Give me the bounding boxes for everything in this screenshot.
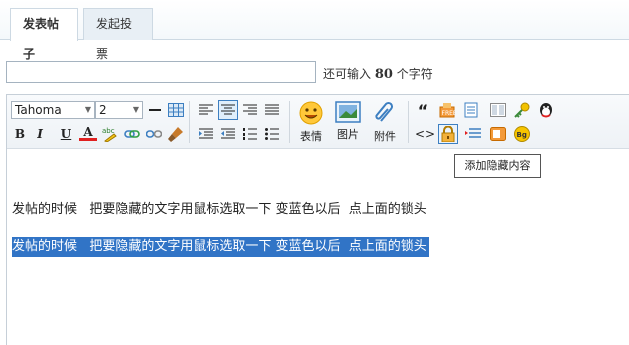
outdent-icon — [221, 128, 235, 139]
tooltip-text: 添加隐藏内容 — [464, 159, 531, 172]
unlink-icon — [146, 130, 162, 138]
hide-content-button[interactable] — [438, 124, 458, 144]
link-button[interactable] — [123, 125, 141, 143]
hide-content-tooltip: 添加隐藏内容 — [454, 154, 541, 178]
media-button[interactable] — [489, 125, 507, 143]
lock-icon — [441, 126, 455, 142]
align-left-icon — [199, 104, 213, 115]
background-color-button[interactable]: abc — [101, 125, 119, 143]
font-color-icon: A — [83, 124, 93, 139]
smiley-label: 表情 — [300, 130, 322, 143]
rich-text-editor: Tahoma ▼ 2 ▼ B I U A abc 表情 图片 附件 “ FREE… — [6, 94, 629, 345]
ordered-list-button[interactable] — [241, 125, 259, 143]
tab-post[interactable]: 发表帖子 — [10, 8, 78, 61]
font-size-value: 2 — [99, 103, 107, 117]
unordered-list-icon — [265, 128, 279, 140]
editor-selected-text[interactable]: 发帖的时候 把要隐藏的文字用鼠标选取一下 变蓝色以后 点上面的锁头 — [12, 237, 429, 257]
char-counter: 还可输入 80 个字符 — [323, 65, 433, 82]
svg-text:Bg: Bg — [517, 131, 527, 139]
chevron-down-icon: ▼ — [132, 105, 139, 114]
tab-poll[interactable]: 发起投票 — [83, 8, 153, 61]
code-icon: <> — [414, 127, 436, 141]
smiley-icon — [299, 101, 323, 125]
horizontal-rule-button[interactable] — [146, 101, 164, 119]
align-center-button[interactable] — [218, 100, 238, 120]
table-icon — [168, 103, 184, 117]
align-center-icon — [221, 104, 235, 115]
image-icon — [335, 101, 361, 123]
char-counter-count: 80 — [374, 67, 393, 82]
font-family-select[interactable]: Tahoma ▼ — [11, 101, 95, 119]
password-button[interactable] — [513, 101, 531, 119]
outdent-button[interactable] — [219, 125, 237, 143]
table-button[interactable] — [167, 101, 185, 119]
bg-icon: Bg — [514, 126, 530, 142]
editor-text-line[interactable]: 发帖的时候 把要隐藏的文字用鼠标选取一下 变蓝色以后 点上面的锁头 — [12, 198, 427, 217]
free-content-button[interactable]: FREE — [438, 101, 456, 119]
media-icon — [490, 127, 506, 141]
key-icon — [514, 102, 530, 118]
qq-button[interactable] — [537, 101, 555, 119]
bold-button[interactable]: B — [11, 125, 29, 143]
highlighter-icon: abc — [102, 127, 117, 142]
underline-button[interactable]: U — [57, 125, 75, 143]
align-justify-icon — [265, 104, 279, 115]
align-justify-button[interactable] — [263, 101, 281, 119]
indent-button[interactable] — [197, 125, 215, 143]
background-image-button[interactable]: Bg — [513, 125, 531, 143]
toolbar-separator — [189, 101, 190, 143]
image-button[interactable]: 图片 — [331, 101, 365, 142]
brush-icon — [168, 127, 183, 142]
underline-icon: U — [60, 127, 72, 141]
toolbar-separator — [289, 101, 290, 143]
paperclip-icon — [375, 101, 394, 122]
columns-button[interactable] — [489, 101, 507, 119]
indent-icon — [199, 128, 213, 139]
svg-text:FREE: FREE — [442, 110, 456, 117]
char-counter-suffix: 个字符 — [396, 67, 433, 81]
align-left-button[interactable] — [197, 101, 215, 119]
image-label: 图片 — [337, 128, 359, 141]
toolbar-separator — [408, 101, 409, 143]
code-button[interactable]: <> — [414, 125, 436, 143]
unordered-list-button[interactable] — [263, 125, 281, 143]
char-counter-prefix: 还可输入 — [323, 67, 372, 81]
document-icon — [464, 102, 478, 118]
index-icon — [465, 128, 481, 138]
editor-toolbar: Tahoma ▼ 2 ▼ B I U A abc 表情 图片 附件 “ FREE… — [7, 95, 629, 149]
penguin-icon — [540, 103, 552, 118]
italic-button[interactable]: I — [31, 125, 49, 143]
page-break-button[interactable] — [462, 101, 480, 119]
attachment-button[interactable]: 附件 — [368, 101, 402, 144]
tab-bar: 发表帖子 发起投票 — [0, 0, 629, 61]
smiley-button[interactable]: 表情 — [294, 101, 328, 144]
font-color-button[interactable]: A — [79, 125, 97, 141]
clear-format-button[interactable] — [167, 125, 185, 143]
italic-icon: I — [37, 127, 43, 141]
link-icon — [124, 130, 140, 138]
columns-icon — [490, 103, 506, 117]
quote-icon: “ — [417, 100, 429, 120]
ordered-list-icon — [243, 128, 257, 140]
quote-button[interactable]: “ — [414, 100, 432, 120]
font-family-value: Tahoma — [15, 103, 62, 117]
insert-index-button[interactable] — [464, 125, 482, 143]
free-icon: FREE — [439, 103, 456, 118]
unlink-button[interactable] — [145, 125, 163, 143]
attachment-label: 附件 — [374, 130, 396, 143]
font-size-select[interactable]: 2 ▼ — [95, 101, 143, 119]
align-right-icon — [243, 104, 257, 115]
chevron-down-icon: ▼ — [84, 105, 91, 114]
subject-input[interactable] — [6, 61, 316, 83]
horizontal-rule-icon — [149, 109, 161, 111]
svg-text:abc: abc — [102, 127, 115, 135]
bold-icon: B — [14, 127, 26, 141]
align-right-button[interactable] — [241, 101, 259, 119]
